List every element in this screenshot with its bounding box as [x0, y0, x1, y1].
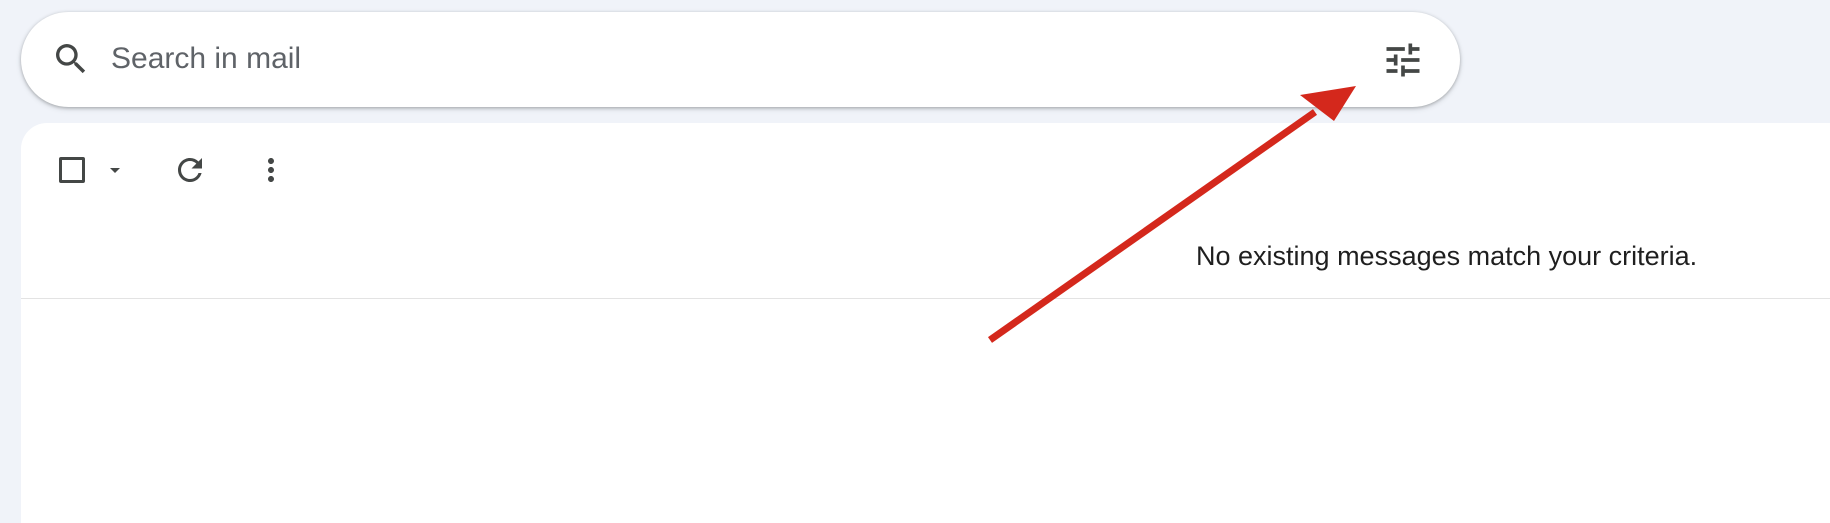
select-all-checkbox[interactable]: [59, 157, 85, 183]
search-options-tune-icon[interactable]: [1381, 38, 1425, 82]
toolbar-divider: [21, 298, 1830, 299]
search-icon[interactable]: [51, 39, 91, 79]
search-input[interactable]: [111, 34, 1311, 84]
message-list-panel: No existing messages match your criteria…: [21, 123, 1830, 523]
empty-results-message: No existing messages match your criteria…: [1196, 241, 1698, 271]
search-bar[interactable]: [21, 12, 1460, 107]
refresh-icon[interactable]: [172, 152, 208, 188]
more-vert-icon[interactable]: [253, 152, 289, 188]
message-toolbar: [21, 123, 1830, 223]
caret-down-icon[interactable]: [103, 158, 127, 182]
